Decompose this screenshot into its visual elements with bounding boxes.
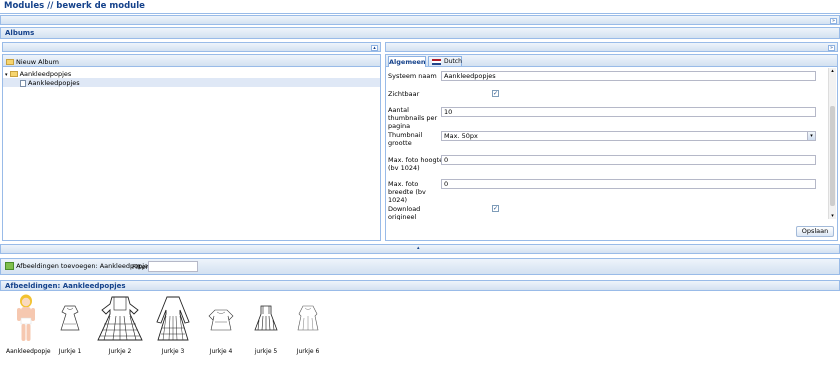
thumbnail-jurkje-5[interactable]: jurkje 5: [249, 294, 283, 356]
max-height-input[interactable]: 0: [441, 155, 816, 165]
images-panel-title: Afbeeldingen: Aankleedpopjes: [5, 282, 126, 290]
albums-panel-header: Albums: [0, 27, 840, 39]
tab-label: Algemeen: [389, 58, 426, 66]
page-header: Modules // bewerk de module: [0, 0, 840, 14]
tree-node-label: Aankleedpopjes: [28, 79, 80, 87]
chevron-down-icon[interactable]: ▾: [807, 132, 815, 140]
images-panel-header: Afbeeldingen: Aankleedpopjes: [0, 280, 840, 291]
label-max-width: Max. foto breedte (bv 1024): [388, 180, 426, 204]
tree-node-child[interactable]: Aankleedpopjes: [20, 79, 80, 87]
folder-add-icon: [6, 59, 14, 65]
images-toolbar: Afbeeldingen toevoegen: Aankleedpopjes ▾…: [0, 258, 840, 275]
tab-label: Dutch: [444, 58, 462, 65]
label-thumb-size: Thumbnail grootte: [388, 131, 423, 147]
add-image-icon: [5, 262, 14, 270]
thumbnail-jurkje-2[interactable]: Jurkje 2: [94, 294, 146, 356]
thumbnail-caption: Jurkje 2: [108, 348, 132, 355]
album-form-panel: [385, 54, 838, 241]
label-download: Download origineel: [388, 205, 421, 220]
save-label: Opslaan: [801, 227, 829, 235]
thumbnail-caption: Jurkje 4: [209, 348, 233, 355]
collapse-up-icon[interactable]: ▴: [371, 45, 378, 51]
thumbnail-jurkje-1[interactable]: Jurkje 1: [52, 294, 88, 356]
folder-icon: [9, 71, 18, 77]
scroll-down-icon[interactable]: ▾: [829, 213, 836, 219]
thumbnail-jurkje-3[interactable]: Jurkje 3: [152, 294, 194, 356]
thumbnail-jurkje-6[interactable]: Jurkje 6: [291, 294, 325, 356]
zichtbaar-checkbox[interactable]: ✓: [492, 90, 499, 97]
new-album-button[interactable]: Nieuw Album: [6, 58, 59, 66]
label-systeem-naam: Systeem naam: [388, 72, 437, 80]
filter-input[interactable]: [148, 261, 198, 272]
thumb-size-value: Max. 50px: [444, 132, 478, 140]
thumbnail-caption: Aankleedpopje: [6, 348, 51, 355]
thumbnail-caption: Jurkje 1: [58, 348, 82, 355]
collapse-up-icon[interactable]: ▴: [417, 245, 420, 251]
page-title: Modules // bewerk de module: [4, 1, 145, 11]
doll-image: [17, 294, 35, 341]
expand-icon[interactable]: »: [828, 45, 835, 51]
tree-toolbar: [3, 55, 380, 67]
thumb-size-select[interactable]: Max. 50px ▾: [441, 131, 816, 141]
thumbs-per-page-input[interactable]: 10: [441, 107, 816, 117]
tab-algemeen[interactable]: Algemeen: [388, 56, 426, 67]
scrollbar-thumb[interactable]: [830, 106, 835, 206]
collapsed-top-panel: »: [0, 15, 840, 25]
dress-image: [297, 305, 319, 331]
thumbnail-caption: Jurkje 3: [161, 348, 185, 355]
scroll-up-icon[interactable]: ▴: [829, 68, 836, 74]
label-thumbs-per-page: Aantal thumbnails per pagina: [388, 106, 438, 130]
tab-dutch[interactable]: Dutch: [428, 56, 462, 66]
tree-node-label: Aankleedpopjes: [19, 70, 72, 78]
dress-image: [208, 309, 234, 331]
thumbnail-caption: jurkje 5: [254, 348, 278, 355]
save-button[interactable]: Opslaan: [796, 226, 834, 237]
dress-image: [156, 296, 190, 341]
tree-node-root[interactable]: ▾ Aankleedpopjes: [5, 70, 71, 78]
splitter-bar[interactable]: ▴: [0, 244, 840, 254]
tree-panel-header: ▴: [2, 42, 381, 52]
label-zichtbaar: Zichtbaar: [388, 90, 420, 98]
new-album-label: Nieuw Album: [16, 58, 59, 66]
download-checkbox[interactable]: ✓: [492, 205, 499, 212]
document-icon: [20, 79, 26, 87]
thumbnail-aankleedpopje[interactable]: Aankleedpopje: [6, 294, 51, 356]
dress-image: [97, 296, 143, 341]
max-width-input[interactable]: 0: [441, 179, 816, 189]
expand-icon[interactable]: »: [830, 18, 837, 24]
form-scrollbar[interactable]: ▴ ▾: [828, 68, 836, 219]
form-panel-header: »: [385, 42, 838, 52]
dress-image: [254, 305, 278, 331]
albums-panel-title: Albums: [5, 29, 35, 37]
systeem-naam-input[interactable]: Aankleedpopjes: [441, 71, 816, 81]
dutch-flag-icon: [432, 59, 441, 65]
thumbnail-caption: Jurkje 6: [296, 348, 320, 355]
label-max-height: Max. foto hoogte (bv 1024): [388, 156, 444, 172]
dress-image: [60, 305, 80, 331]
thumbnail-jurkje-4[interactable]: Jurkje 4: [203, 294, 239, 356]
